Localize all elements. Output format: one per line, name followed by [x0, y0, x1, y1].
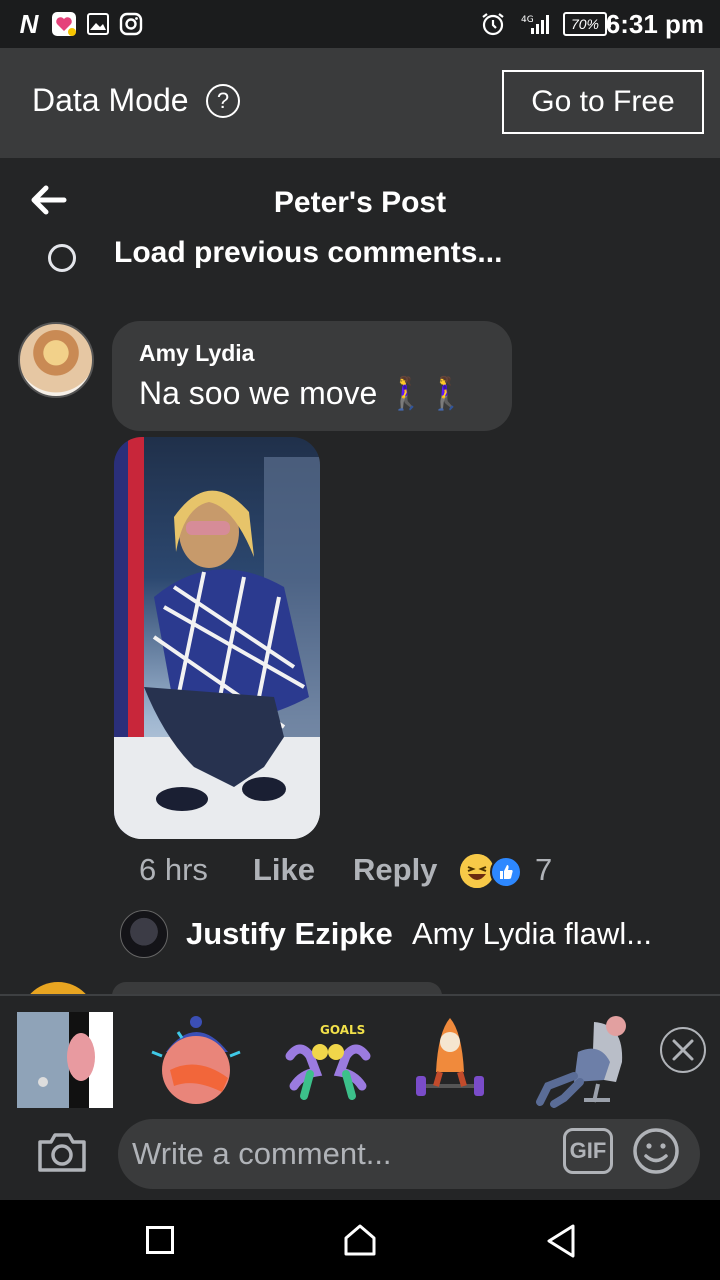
squat-goals-sticker[interactable]: GOALS [280, 1012, 376, 1108]
gallery-icon [86, 10, 110, 38]
comment-author[interactable]: Amy Lydia [139, 340, 254, 367]
facepalm-sticker[interactable] [148, 1012, 244, 1108]
svg-text:4G: 4G [521, 15, 534, 25]
comment-photo[interactable] [114, 437, 320, 839]
help-icon[interactable]: ? [206, 84, 240, 118]
instagram-icon [118, 10, 144, 38]
chair-sticker[interactable] [534, 1012, 630, 1108]
heart-app-icon [50, 10, 78, 38]
nav-back-icon[interactable] [543, 1222, 579, 1260]
haha-reaction-icon[interactable] [460, 854, 494, 888]
comment-time: 6 hrs [139, 852, 208, 887]
avatar[interactable] [18, 322, 94, 398]
data-mode-label: Data Mode [32, 82, 189, 118]
battery-icon: 70% [563, 12, 611, 36]
page-title: Peter's Post [273, 186, 447, 219]
reply-button[interactable]: Reply [353, 852, 437, 888]
recent-apps-icon[interactable] [146, 1226, 174, 1254]
status-time: 6:31 pm [605, 9, 704, 39]
load-previous-comments[interactable]: Load previous comments... [114, 236, 502, 270]
gif-button[interactable]: GIF [563, 1128, 613, 1174]
reply-author[interactable]: Justify Ezipke [186, 916, 393, 952]
emoji-icon[interactable] [632, 1127, 680, 1175]
svg-text:GOALS: GOALS [320, 1023, 365, 1037]
weightlifting-sticker[interactable] [402, 1012, 498, 1108]
reaction-count[interactable]: 7 [535, 852, 552, 888]
like-reaction-icon[interactable] [490, 856, 522, 888]
close-icon[interactable] [660, 1027, 706, 1073]
comment-text: Na soo we move 🚶‍♀️🚶‍♀️ [139, 375, 466, 411]
alarm-icon [479, 10, 507, 38]
reply-avatar[interactable] [120, 910, 168, 958]
reply-text[interactable]: Amy Lydia flawl... [412, 916, 652, 952]
like-button[interactable]: Like [253, 852, 315, 888]
go-to-free-button[interactable]: Go to Free [502, 70, 704, 134]
signal-icon: 4G [520, 10, 552, 38]
door-sticker[interactable] [17, 1012, 113, 1108]
load-previous-icon[interactable] [48, 244, 76, 272]
camera-icon[interactable] [36, 1130, 88, 1174]
n-app-icon: N [19, 8, 39, 39]
home-icon[interactable] [340, 1220, 380, 1260]
